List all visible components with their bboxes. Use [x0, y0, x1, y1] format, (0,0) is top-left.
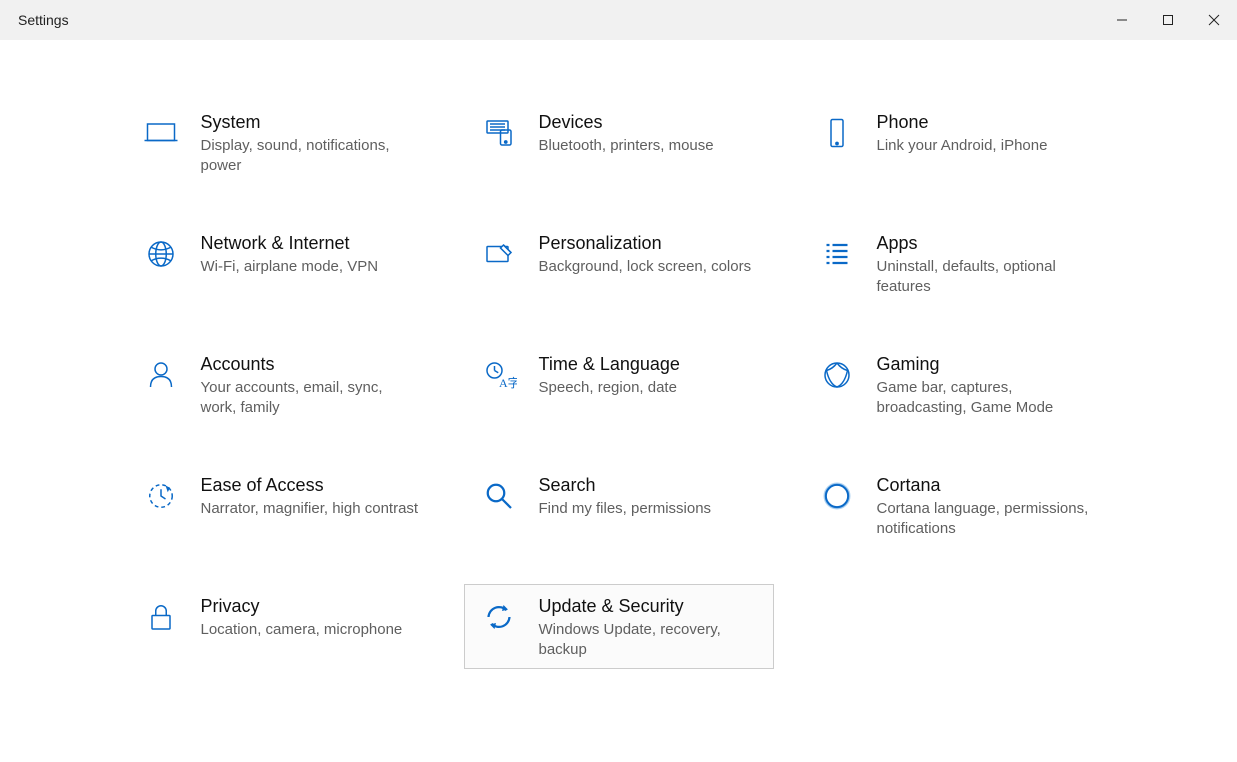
category-tile-gaming[interactable]: Gaming Game bar, captures, broadcasting, … [802, 342, 1112, 427]
minimize-icon [1116, 14, 1128, 26]
category-title: Personalization [539, 232, 752, 254]
category-desc: Find my files, permissions [539, 499, 712, 519]
category-desc: Wi-Fi, airplane mode, VPN [201, 257, 379, 277]
category-tile-search[interactable]: Search Find my files, permissions [464, 463, 774, 548]
category-desc: Bluetooth, printers, mouse [539, 136, 714, 156]
category-tile-personalization[interactable]: Personalization Background, lock screen, … [464, 221, 774, 306]
category-desc: Background, lock screen, colors [539, 257, 752, 277]
category-tile-devices[interactable]: Devices Bluetooth, printers, mouse [464, 100, 774, 185]
category-title: Time & Language [539, 353, 680, 375]
update-security-icon [475, 593, 523, 641]
apps-icon [813, 230, 861, 278]
category-desc: Game bar, captures, broadcasting, Game M… [877, 378, 1097, 418]
category-tile-cortana[interactable]: Cortana Cortana language, permissions, no… [802, 463, 1112, 548]
close-icon [1208, 14, 1220, 26]
titlebar: Settings [0, 0, 1237, 40]
category-desc: Location, camera, microphone [201, 620, 403, 640]
devices-icon [475, 109, 523, 157]
category-title: Devices [539, 111, 714, 133]
category-tile-ease-of-access[interactable]: Ease of Access Narrator, magnifier, high … [126, 463, 436, 548]
accounts-icon [137, 351, 185, 399]
category-desc: Display, sound, notifications, power [201, 136, 421, 176]
maximize-button[interactable] [1145, 0, 1191, 40]
category-title: Cortana [877, 474, 1097, 496]
category-title: System [201, 111, 421, 133]
time-language-icon: A字 [475, 351, 523, 399]
category-tile-accounts[interactable]: Accounts Your accounts, email, sync, work… [126, 342, 436, 427]
category-title: Accounts [201, 353, 421, 375]
category-tile-update-security[interactable]: Update & Security Windows Update, recover… [464, 584, 774, 669]
category-title: Ease of Access [201, 474, 419, 496]
settings-category-grid: System Display, sound, notifications, pow… [79, 100, 1159, 729]
category-tile-privacy[interactable]: Privacy Location, camera, microphone [126, 584, 436, 669]
ease-of-access-icon [137, 472, 185, 520]
category-title: Search [539, 474, 712, 496]
category-title: Network & Internet [201, 232, 379, 254]
window-caption-buttons [1099, 0, 1237, 40]
category-desc: Your accounts, email, sync, work, family [201, 378, 421, 418]
system-icon [137, 109, 185, 157]
personalization-icon [475, 230, 523, 278]
category-desc: Speech, region, date [539, 378, 680, 398]
search-icon [475, 472, 523, 520]
category-title: Gaming [877, 353, 1097, 375]
category-tile-time-language[interactable]: A字 Time & Language Speech, region, date [464, 342, 774, 427]
privacy-icon [137, 593, 185, 641]
category-desc: Uninstall, defaults, optional features [877, 257, 1097, 297]
category-tile-apps[interactable]: Apps Uninstall, defaults, optional featur… [802, 221, 1112, 306]
category-title: Apps [877, 232, 1097, 254]
category-desc: Narrator, magnifier, high contrast [201, 499, 419, 519]
phone-icon [813, 109, 861, 157]
category-tile-system[interactable]: System Display, sound, notifications, pow… [126, 100, 436, 185]
category-tile-phone[interactable]: Phone Link your Android, iPhone [802, 100, 1112, 185]
category-tile-network[interactable]: Network & Internet Wi-Fi, airplane mode, … [126, 221, 436, 306]
close-button[interactable] [1191, 0, 1237, 40]
category-desc: Windows Update, recovery, backup [539, 620, 759, 660]
minimize-button[interactable] [1099, 0, 1145, 40]
category-title: Privacy [201, 595, 403, 617]
category-title: Phone [877, 111, 1048, 133]
window-title: Settings [18, 12, 69, 28]
maximize-icon [1162, 14, 1174, 26]
gaming-icon [813, 351, 861, 399]
cortana-icon [813, 472, 861, 520]
category-desc: Link your Android, iPhone [877, 136, 1048, 156]
svg-text:A字: A字 [499, 375, 517, 390]
category-title: Update & Security [539, 595, 759, 617]
category-desc: Cortana language, permissions, notificat… [877, 499, 1097, 539]
network-icon [137, 230, 185, 278]
